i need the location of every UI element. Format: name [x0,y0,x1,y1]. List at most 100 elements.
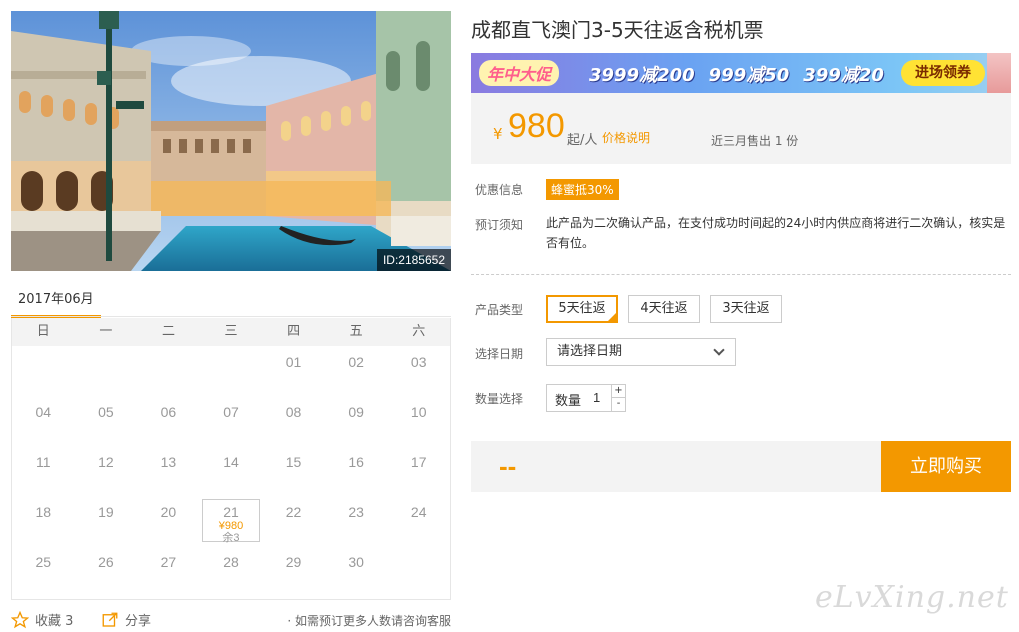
calendar-day: 29 [262,546,325,596]
calendar-day: 25 [12,546,75,596]
promo-offer-2: 999减50 [708,65,790,86]
quantity-decrease-button[interactable]: - [611,398,625,411]
calendar-day: 02 [325,346,388,396]
calendar-day: 17 [387,446,450,496]
total-price: -- [499,451,517,481]
site-watermark: eLvXing.net [815,580,1009,615]
calendar-day: 22 [262,496,325,546]
buy-now-button[interactable]: 立即购买 [881,441,1011,492]
calendar-day-number: 06 [160,404,177,420]
calendar-day-stock: 余3 [222,532,240,544]
calendar-day-number: 10 [410,404,427,420]
calendar-day: 03 [387,346,450,396]
price-unit: 起/人 [567,133,598,148]
promo-title: 年中大促 [479,60,560,86]
calendar-day-available[interactable]: 21 ¥980 余3 [201,499,261,544]
calendar-day: 19 [75,496,138,546]
weekday-wed: 三 [224,324,238,339]
calendar-day: 07 [200,396,263,446]
calendar-day-number: 25 [35,554,52,570]
quantity-label: 数量选择 [475,392,524,406]
section-divider [471,274,1011,275]
calendar-day-number: 11 [36,454,51,470]
calendar-day: 18 [12,496,75,546]
calendar-day: 10 [387,396,450,446]
type-option-4day[interactable]: 4天往返 [628,295,700,323]
calendar-day-number: 24 [410,504,427,520]
calendar-day-price: ¥980 [218,520,244,532]
calendar-day: 16 [325,446,388,496]
claim-coupon-button[interactable]: 进场领券 [901,60,985,86]
quantity-increase-button[interactable]: + [611,385,625,398]
calendar-divider [11,316,451,317]
product-title: 成都直飞澳门3-5天往返含税机票 [471,18,764,42]
quantity-value[interactable]: 1 [593,390,600,405]
calendar-day: 14 [200,446,263,496]
calendar-day-number: 12 [98,454,114,470]
price-explain-link[interactable]: 价格说明 [602,129,650,146]
calendar: 日 一 二 三 四 五 六 01 02 03 04 05 06 07 08 09 10 11 12 13… [11,318,451,600]
calendar-day: 26 [75,546,138,596]
calendar-day-number: 17 [410,454,427,470]
calendar-day: 20 [137,496,200,546]
calendar-day-number: 27 [160,554,177,570]
promo-banner[interactable]: 年中大促 3999减200 999减50 399减20 进场领券 [471,53,1011,93]
calendar-month-tab[interactable]: 2017年06月 [11,288,101,318]
quantity-prefix: 数量 [555,394,582,409]
weekday-tue: 二 [161,324,175,339]
calendar-day-number: 26 [98,554,114,570]
purchase-bar: -- 立即购买 [471,441,1011,492]
calendar-day-number: 08 [285,404,302,420]
calendar-empty-cell [12,346,75,396]
star-icon [11,610,29,628]
calendar-day: 12 [75,446,138,496]
price-panel: ¥ 980 起/人 价格说明 近三月售出 1 份 [471,93,1011,164]
type-option-5day[interactable]: 5天往返 [546,295,618,323]
calendar-day-number: 13 [160,454,177,470]
calendar-day-number: 23 [348,504,364,520]
calendar-day-number: 16 [348,454,364,470]
date-select-value: 请选择日期 [557,344,623,359]
calendar-day: 15 [262,446,325,496]
calendar-day-number: 14 [223,454,239,470]
chevron-down-icon [713,344,725,356]
product-photo: ID:2185652 [11,11,451,271]
calendar-day: 04 [12,396,75,446]
calendar-day-number: 28 [223,554,239,570]
calendar-day-number: 30 [348,554,364,570]
calendar-day-number: 03 [410,354,427,370]
weekday-mon: 一 [99,324,113,339]
favorite-label: 收藏 3 [35,614,74,629]
calendar-day-number: 04 [35,404,52,420]
date-select[interactable]: 请选择日期 [546,338,736,366]
calendar-day: 08 [262,396,325,446]
price-currency: ¥ [493,125,503,143]
calendar-day: 27 [137,546,200,596]
quantity-stepper[interactable]: 数量 1 + - [546,384,626,412]
calendar-empty-cell [137,346,200,396]
calendar-day-number: 21 [223,504,239,520]
calendar-day-number: 20 [160,504,177,520]
notice-text: 此产品为二次确认产品，在支付成功时间起的24小时内供应商将进行二次确认，核实是否… [546,216,1006,250]
favorite-button[interactable]: 收藏 3 [11,610,73,629]
calendar-grid: 01 02 03 04 05 06 07 08 09 10 11 12 13 14 15 16 17 18 19 20… [12,346,450,596]
discount-tag: 蜂蜜抵30% [546,179,619,200]
type-option-3day[interactable]: 3天往返 [710,295,782,323]
calendar-day-number: 02 [348,354,364,370]
promo-offer-3: 399减20 [803,65,884,86]
calendar-day-number: 07 [223,404,239,420]
calendar-day: 23 [325,496,388,546]
calendar-day: 13 [137,446,200,496]
price-value: 980 [508,107,565,145]
share-label: 分享 [125,614,152,629]
weekday-sun: 日 [36,324,50,339]
calendar-day: 06 [137,396,200,446]
calendar-day-number: 22 [285,504,302,520]
share-button[interactable]: 分享 [101,610,151,629]
promo-decoration [987,53,1011,93]
calendar-day-number: 19 [98,504,114,520]
sales-count: 近三月售出 1 份 [711,134,799,148]
venetian-canal-illustration [11,11,451,271]
notice-label: 预订须知 [475,218,524,232]
calendar-empty-cell [200,346,263,396]
